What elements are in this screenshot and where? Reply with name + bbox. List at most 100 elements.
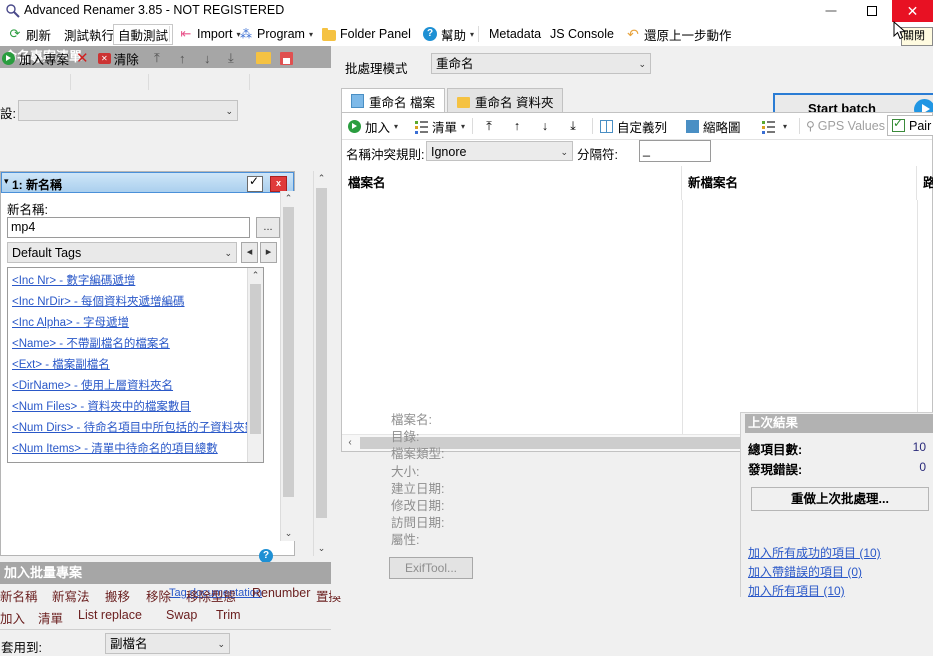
column-header-new-filename[interactable]: 新檔案名 [682,166,917,200]
browse-button[interactable]: ... [256,217,280,238]
tag-next-button[interactable]: ▸ [260,242,277,263]
conflict-rule-label: 名稱沖突規則: [346,148,425,162]
method-link-swap[interactable]: Swap [166,608,197,622]
batch-mode-label: 批處理模式 [345,62,408,76]
column-header-path[interactable]: 路徑 [917,166,933,200]
move-top-button[interactable]: ⤒ [154,46,172,70]
sort-button[interactable]: ▾ [762,113,787,139]
method-link-list[interactable]: 清單 [38,608,63,627]
close-button[interactable]: ✕ [892,0,933,22]
list-item[interactable]: <Num Files> - 資料夾中的檔案數目 [12,398,191,414]
last-results-panel: 上次結果 總項目數: 10 發現錯誤: 0 重做上次批處理... 加入所有成功的… [740,412,933,599]
list-menu-button[interactable]: 清單 ▾ [415,113,465,139]
list-item[interactable]: <Inc NrDir> - 每個資料夾遞增編碼 [12,293,185,309]
checkbox-icon [892,116,905,132]
scrollbar-thumb[interactable] [316,188,327,518]
conflict-rule-combobox[interactable]: Ignore ⌄ [426,141,573,161]
list-item[interactable]: <Ext> - 檔案副檔名 [12,356,110,372]
metadata-fields: 檔案名: 目錄: 檔案類型: 大小: 建立日期: 修改日期: 訪問日期: 屬性: [391,412,444,550]
toolbar-refresh[interactable]: ⟳ 刷新 [4,22,55,46]
left-panel-scrollbar[interactable]: ⌃ ⌄ [313,171,330,556]
toolbar-js-console[interactable]: JS Console [546,22,618,46]
list-item[interactable]: <Inc Nr> - 數字編碼遞增 [12,272,135,288]
tab-strip: 重命名 檔案 重命名 資料夾 [341,88,933,113]
tag-list[interactable]: <Inc Nr> - 數字編碼遞增 <Inc NrDir> - 每個資料夾遞增編… [7,267,264,463]
method-panel-scrollbar[interactable]: ⌃ ⌄ [280,191,296,541]
scrollbar-thumb[interactable] [283,207,294,497]
scrollbar-thumb[interactable] [250,284,261,434]
scroll-left-icon[interactable]: ‹ [342,435,358,451]
toolbar-help[interactable]: ? 幫助 ▾ [419,22,478,46]
metadata-accessed: 訪問日期: [391,516,445,531]
add-all-items-link[interactable]: 加入所有項目 (10) [748,582,845,599]
list-move-top-button[interactable]: ⤒ [478,113,500,139]
list-item[interactable]: <Inc Alpha> - 字母遞增 [12,314,129,330]
list-icon [415,119,428,133]
list-item[interactable]: <Name> - 不帶副檔名的檔案名 [12,335,170,351]
scroll-up-icon[interactable]: ⌃ [248,268,263,283]
scroll-down-icon[interactable]: ⌄ [314,541,329,556]
custom-columns-button[interactable]: 自定義列 [600,113,667,139]
clear-projects-button[interactable]: ✕ 清除 [98,46,139,70]
preset-label: 設: [0,107,16,121]
method-close-icon[interactable]: x [270,176,287,192]
delete-project-button[interactable]: ✕ [76,46,89,70]
method-link-renumber[interactable]: Renumber [252,586,310,600]
gps-values-button[interactable]: ⚲ GPS Values [806,113,885,139]
tag-list-scrollbar[interactable]: ⌃ [247,268,263,462]
tag-group-combobox[interactable]: Default Tags ⌄ [7,242,237,263]
move-down-button[interactable]: ↓ [204,46,222,70]
list-move-up-button[interactable]: ↑ [506,113,528,139]
method-help-icon[interactable]: ? [259,549,273,563]
apply-to-combobox[interactable]: 副檔名 ⌄ [105,633,230,654]
add-successful-items-link[interactable]: 加入所有成功的項目 (10) [748,544,881,561]
add-icon [348,119,361,133]
column-header-filename[interactable]: 檔案名 [342,166,682,200]
move-up-button[interactable]: ↑ [179,46,197,70]
file-list-body[interactable] [342,200,932,434]
method-link-list-replace[interactable]: List replace [78,608,142,622]
separator-input[interactable]: _ [639,140,711,162]
scroll-down-icon[interactable]: ⌄ [281,526,296,541]
close-icon: ✕ [906,3,919,19]
list-move-bottom-button[interactable]: ⤓ [562,113,584,139]
list-item[interactable]: <Num Items> - 清單中待命名的項目總數 [12,440,218,456]
method-link-add[interactable]: 加入 [0,608,25,627]
location-pin-icon: ⚲ [806,119,815,133]
add-error-items-link[interactable]: 加入帶錯誤的項目 (0) [748,563,862,580]
move-bottom-button[interactable]: ⤓ [228,46,246,70]
scroll-up-icon[interactable]: ⌃ [281,191,296,206]
list-move-down-button[interactable]: ↓ [534,113,556,139]
method-link-trim[interactable]: Trim [216,608,241,622]
batch-mode-combobox[interactable]: 重命名 ⌄ [431,53,651,74]
maximize-button[interactable] [851,0,892,22]
help-icon: ? [423,27,437,41]
toolbar-test-run[interactable]: 測試執行 [60,22,118,46]
list-item[interactable]: <DirName> - 使用上層資料夾名 [12,377,173,393]
redo-batch-button[interactable]: 重做上次批處理... [751,487,929,511]
toolbar-folder-panel[interactable]: Folder Panel [318,22,415,46]
preset-combobox[interactable]: ⌄ [18,100,238,121]
pair-renaming-toggle[interactable]: Pair renaming [887,115,933,136]
toolbar-program[interactable]: ⁂ Program ▾ [235,22,317,46]
tab-rename-files[interactable]: 重命名 檔案 [341,88,445,113]
toolbar-undo[interactable]: ↶ 還原上一步動作 [622,22,736,46]
open-project-button[interactable] [256,46,271,70]
add-project-button[interactable]: 加入專案 [2,46,69,70]
tab-rename-folders[interactable]: 重命名 資料夾 [447,88,564,113]
application-window: Advanced Renamer 3.85 - NOT REGISTERED ✕… [0,0,933,655]
toolbar-metadata[interactable]: Metadata [485,22,545,46]
method-enabled-checkbox[interactable] [247,174,263,192]
list-item[interactable]: <Num Dirs> - 待命名項目中所包括的子資料夾數目 [12,419,263,435]
exiftool-button[interactable]: ExifTool... [389,557,473,579]
add-files-button[interactable]: 加入 ▾ [348,113,398,139]
toolbar-auto-test[interactable]: 自動測試 [113,24,174,45]
save-project-button[interactable] [280,46,293,70]
thumbnails-button[interactable]: 縮略圖 [686,113,741,139]
method-header[interactable]: ▾ 1: 新名稱 x [1,172,294,193]
left-toolbar-divider-3 [249,74,250,90]
scroll-up-icon[interactable]: ⌃ [314,171,329,186]
tag-prev-button[interactable]: ◂ [241,242,258,263]
new-name-input[interactable]: mp4 [7,217,250,238]
minimize-button[interactable] [810,0,851,22]
